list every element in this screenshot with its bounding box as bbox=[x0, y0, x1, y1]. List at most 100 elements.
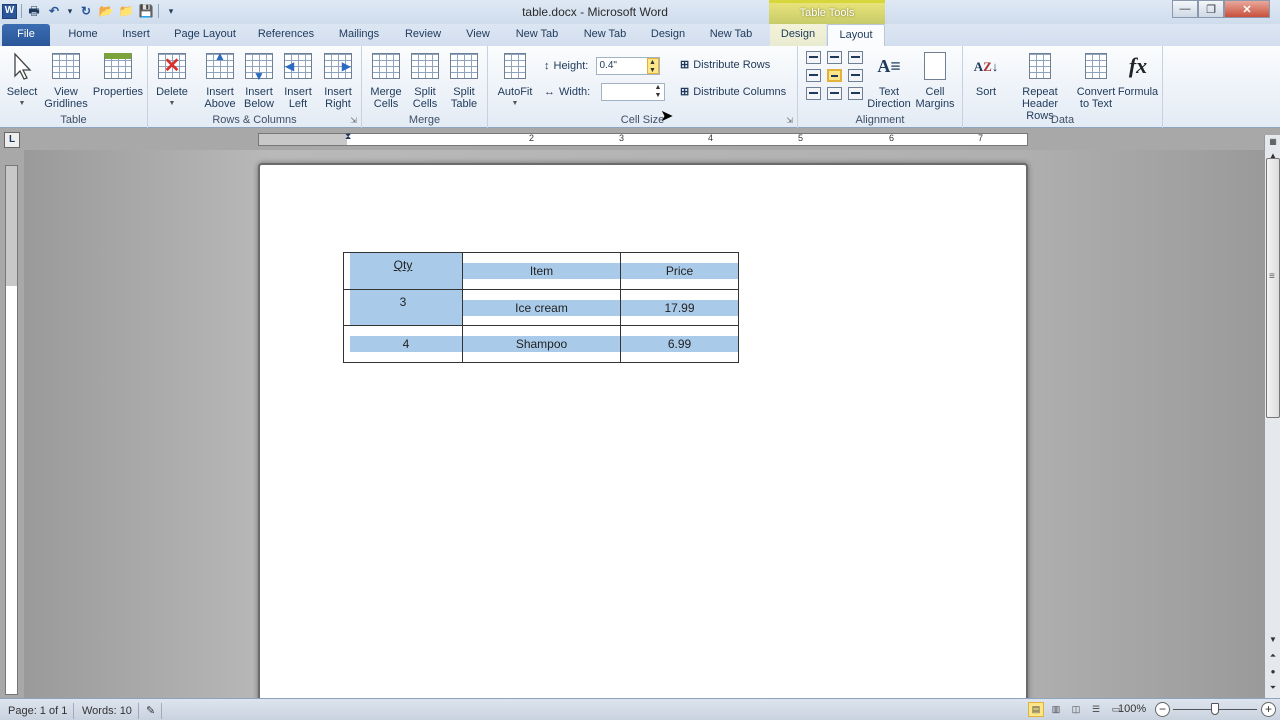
document-page[interactable] bbox=[258, 163, 1028, 703]
align-top-center[interactable] bbox=[827, 51, 842, 64]
dropdown-arrow-icon: ▼ bbox=[168, 100, 176, 107]
align-top-right[interactable] bbox=[848, 51, 863, 64]
insert-below-button[interactable]: ▼ Insert Below bbox=[239, 50, 279, 110]
align-bottom-right[interactable] bbox=[848, 87, 863, 100]
align-center-right[interactable] bbox=[848, 69, 863, 82]
distribute-columns-button[interactable]: ⊞ Distribute Columns bbox=[680, 85, 786, 99]
group-label-rows-columns: Rows & Columns bbox=[212, 114, 297, 126]
split-cells-button[interactable]: Split Cells bbox=[405, 50, 445, 110]
split-table-button[interactable]: Split Table bbox=[444, 50, 484, 110]
restore-button[interactable]: ❐ bbox=[1198, 0, 1224, 18]
merge-cells-button[interactable]: Merge Cells bbox=[366, 50, 406, 110]
align-bottom-center[interactable] bbox=[827, 87, 842, 100]
scroll-down-icon[interactable]: ▼ bbox=[1266, 633, 1280, 647]
table-cell[interactable]: Ice cream bbox=[462, 288, 621, 326]
row-height-icon: ↕ bbox=[544, 60, 550, 72]
sort-button[interactable]: A Z ↓ Sort bbox=[969, 50, 1003, 99]
cell-margins-button[interactable]: Cell Margins bbox=[912, 50, 958, 110]
table-cell[interactable]: 6.99 bbox=[620, 325, 739, 363]
table-cell[interactable]: Qty bbox=[343, 252, 463, 290]
repeat-header-rows-button[interactable]: Repeat Header Rows bbox=[1005, 50, 1075, 122]
table-cell[interactable]: 17.99 bbox=[620, 288, 739, 326]
dialog-launcher-icon[interactable]: ⇲ bbox=[350, 116, 357, 125]
web-layout-icon[interactable]: ◫ bbox=[1068, 702, 1084, 717]
tab-page-layout[interactable]: Page Layout bbox=[168, 24, 242, 46]
convert-to-text-button[interactable]: Convert to Text bbox=[1073, 50, 1119, 110]
height-spinner[interactable]: ▲ ▼ bbox=[646, 58, 659, 74]
zoom-out-icon[interactable]: − bbox=[1155, 702, 1170, 717]
table-cell[interactable]: Item bbox=[462, 252, 621, 290]
alignment-grid bbox=[806, 51, 864, 100]
properties-button[interactable]: Properties bbox=[90, 50, 146, 98]
align-top-left[interactable] bbox=[806, 51, 821, 64]
word-count[interactable]: Words: 10 bbox=[76, 703, 139, 719]
width-spinner[interactable]: ▲ ▼ bbox=[652, 84, 664, 100]
group-table: Select ▼ View Gridlines Properties Table bbox=[0, 46, 148, 128]
formula-button[interactable]: fx Formula bbox=[1115, 50, 1161, 99]
next-page-icon[interactable]: ⏷ bbox=[1266, 681, 1280, 695]
text-direction-button[interactable]: A≡ Text Direction bbox=[864, 50, 914, 110]
autofit-button[interactable]: AutoFit ▼ bbox=[492, 50, 538, 110]
page-count[interactable]: Page: 1 of 1 bbox=[2, 703, 75, 719]
tab-selector-icon[interactable]: L bbox=[4, 132, 20, 148]
cell-margins-icon bbox=[920, 50, 950, 82]
align-center-left[interactable] bbox=[806, 69, 821, 82]
tab-mailings[interactable]: Mailings bbox=[330, 24, 388, 46]
delete-button[interactable]: ✕ Delete ▼ bbox=[152, 50, 192, 110]
tab-new-tab-1[interactable]: New Tab bbox=[508, 24, 566, 46]
previous-page-icon[interactable]: ⏶ bbox=[1266, 649, 1280, 663]
scrollbar-thumb[interactable] bbox=[1266, 158, 1280, 418]
column-width-icon: ↔ bbox=[544, 86, 555, 98]
select-button[interactable]: Select ▼ bbox=[4, 50, 40, 110]
table-cell[interactable]: 3 bbox=[343, 288, 463, 326]
merge-cells-icon bbox=[371, 50, 401, 82]
dialog-launcher-icon[interactable]: ⇲ bbox=[786, 116, 793, 125]
tab-table-layout[interactable]: Layout bbox=[827, 24, 885, 47]
align-center[interactable] bbox=[827, 69, 842, 82]
full-screen-reading-icon[interactable]: ▥ bbox=[1048, 702, 1064, 717]
view-gridlines-button[interactable]: View Gridlines bbox=[40, 50, 92, 110]
proofing-icon[interactable]: ✎ bbox=[140, 703, 163, 719]
split-table-icon bbox=[449, 50, 479, 82]
browse-object-icon[interactable]: ● bbox=[1266, 665, 1280, 679]
zoom-level[interactable]: 100% bbox=[1118, 703, 1146, 715]
outline-icon[interactable]: ☰ bbox=[1088, 702, 1104, 717]
table-cell[interactable]: 4 bbox=[343, 325, 463, 363]
print-layout-icon[interactable]: ▤ bbox=[1028, 702, 1044, 717]
horizontal-ruler[interactable]: 2 3 4 5 6 7 ⧗ bbox=[258, 131, 1028, 146]
minimize-button[interactable]: — bbox=[1172, 0, 1198, 18]
tab-insert[interactable]: Insert bbox=[114, 24, 158, 46]
tab-table-design[interactable]: Design bbox=[770, 24, 826, 46]
zoom-slider-thumb[interactable] bbox=[1211, 703, 1219, 715]
zoom-in-icon[interactable]: + bbox=[1261, 702, 1276, 717]
vertical-scrollbar[interactable]: ▦ ▲ ▼ ⏶ ● ⏷ bbox=[1264, 135, 1280, 698]
close-button[interactable]: ✕ bbox=[1224, 0, 1270, 18]
tab-view[interactable]: View bbox=[458, 24, 498, 46]
tab-design[interactable]: Design bbox=[642, 24, 694, 46]
ribbon-tabs: File Home Insert Page Layout References … bbox=[0, 24, 1280, 66]
table-tools-header: Table Tools bbox=[769, 0, 885, 24]
insert-right-button[interactable]: ▶ Insert Right bbox=[318, 50, 358, 110]
document-table[interactable]: Qty Item Price 3 Ice cream 17.99 4 Shamp… bbox=[343, 252, 739, 363]
distribute-rows-button[interactable]: ⊞ Distribute Rows bbox=[680, 58, 770, 72]
mouse-cursor-icon: ➤ bbox=[660, 108, 674, 125]
width-input[interactable]: ▲ ▼ bbox=[601, 83, 665, 101]
tab-review[interactable]: Review bbox=[398, 24, 448, 46]
tab-references[interactable]: References bbox=[252, 24, 320, 46]
insert-left-button[interactable]: ◀ Insert Left bbox=[278, 50, 318, 110]
height-row: ↕ Height: 0.4" ▲ ▼ bbox=[544, 57, 660, 75]
table-cell[interactable]: Shampoo bbox=[462, 325, 621, 363]
group-label-alignment: Alignment bbox=[855, 114, 905, 126]
insert-above-button[interactable]: ▲ Insert Above bbox=[200, 50, 240, 110]
tab-new-tab-3[interactable]: New Tab bbox=[702, 24, 760, 46]
align-bottom-left[interactable] bbox=[806, 87, 821, 100]
view-ruler-icon[interactable]: ▦ bbox=[1266, 135, 1280, 149]
tab-new-tab-2[interactable]: New Tab bbox=[576, 24, 634, 46]
tab-home[interactable]: Home bbox=[60, 24, 106, 46]
group-cell-size: AutoFit ▼ ↕ Height: 0.4" ▲ ▼ ↔ Width: ▲ ▼ ⊞ … bbox=[488, 46, 798, 128]
vertical-ruler[interactable] bbox=[5, 165, 18, 695]
table-cell[interactable]: Price bbox=[620, 252, 739, 290]
indent-marker-icon[interactable]: ⧗ bbox=[345, 131, 351, 142]
tab-file[interactable]: File bbox=[2, 24, 50, 46]
height-input[interactable]: 0.4" ▲ ▼ bbox=[595, 57, 660, 75]
